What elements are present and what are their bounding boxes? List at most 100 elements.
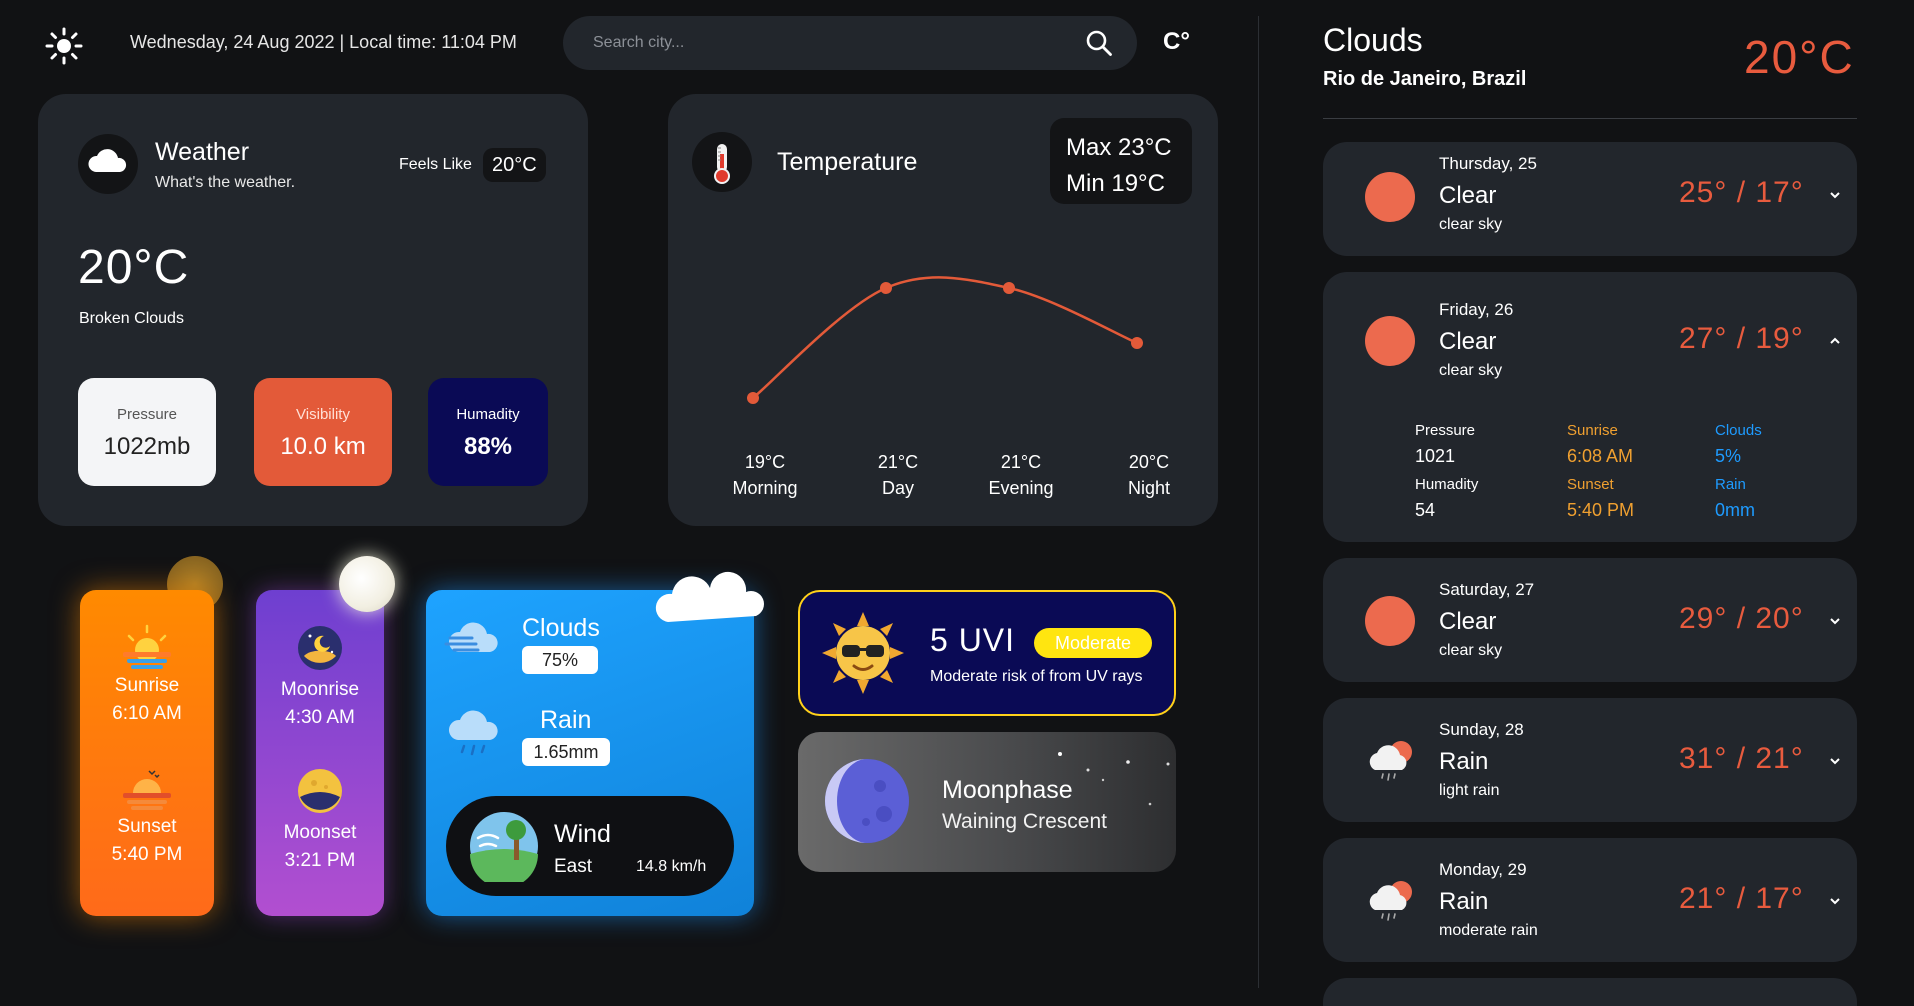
forecast-card[interactable]: Monday, 29 Rain moderate rain 21° / 17° xyxy=(1323,838,1857,962)
forecast-card[interactable]: Sunday, 28 Rain light rain 31° / 21° xyxy=(1323,698,1857,822)
forecast-temps: 27° / 19° xyxy=(1679,322,1804,355)
forecast-description: moderate rain xyxy=(1439,922,1538,939)
pressure-value: 1022mb xyxy=(103,433,191,460)
sunrise-icon xyxy=(123,624,171,669)
uv-index-card: 5 UVI Moderate Moderate risk of from UV … xyxy=(798,590,1176,716)
detail-pressure-value: 1021 xyxy=(1415,446,1456,466)
location-temperature: 20°C xyxy=(1744,31,1855,83)
time-of-day-label: Night xyxy=(1128,478,1170,498)
humidity-value: 88% xyxy=(463,433,513,460)
sun-icon xyxy=(1365,172,1415,222)
rain-cloud-icon xyxy=(1369,881,1412,921)
forecast-condition: Clear xyxy=(1439,328,1497,355)
chevron-up-icon[interactable] xyxy=(1828,334,1842,348)
forecast-temps: 25° / 17° xyxy=(1679,176,1804,209)
sunrise-label: Sunrise xyxy=(114,675,180,696)
detail-clouds-label: Clouds xyxy=(1715,422,1762,439)
location-divider xyxy=(1323,118,1857,119)
sun-times-tile: Sunrise 6:10 AM Sunset 5:40 PM xyxy=(80,590,214,916)
forecast-condition: Rain xyxy=(1439,748,1489,775)
cloud-decoration-icon xyxy=(655,571,764,622)
humidity-label: Humadity xyxy=(456,406,520,423)
chevron-down-icon[interactable] xyxy=(1828,754,1842,768)
visibility-label: Visibility xyxy=(296,406,350,423)
temperature-point xyxy=(747,392,759,404)
temperature-point xyxy=(1003,282,1015,294)
moonset-label: Moonset xyxy=(283,822,357,843)
forecast-card[interactable]: Saturday, 27 Clear clear sky 29° / 20° xyxy=(1323,558,1857,682)
chevron-down-icon[interactable] xyxy=(1828,614,1842,628)
location-city: Rio de Janeiro, Brazil xyxy=(1323,68,1527,90)
forecast-condition: Clear xyxy=(1439,608,1497,635)
forecast-temps: 31° / 21° xyxy=(1679,742,1804,775)
moonphase-card: Moonphase Waining Crescent xyxy=(798,732,1176,872)
forecast-condition: Rain xyxy=(1439,888,1489,915)
detail-sunset-label: Sunset xyxy=(1567,476,1614,493)
pressure-stat: Pressure 1022mb xyxy=(78,378,216,486)
temperature-card: Temperature Max 23°C Min 19°C 19°C Mornin… xyxy=(668,94,1218,526)
humidity-stat: Humadity 88% xyxy=(428,378,548,486)
chevron-down-icon[interactable] xyxy=(1828,188,1842,202)
temperature-series-line xyxy=(752,276,1138,399)
search-icon[interactable] xyxy=(1085,29,1113,57)
forecast-day: Friday, 26 xyxy=(1439,300,1514,319)
uv-index-value: 5 UVI xyxy=(930,622,1016,658)
rain-value: 1.65mm xyxy=(522,738,610,766)
forecast-day: Saturday, 27 xyxy=(1439,580,1535,599)
search-bar[interactable] xyxy=(563,16,1137,70)
local-datetime: Wednesday, 24 Aug 2022 | Local time: 11:… xyxy=(130,32,517,52)
uv-risk-badge: Moderate xyxy=(1034,628,1152,658)
visibility-stat: Visibility 10.0 km xyxy=(254,378,392,486)
temperature-point xyxy=(1131,337,1143,349)
temperature-line-chart: 19°C Morning 21°C Day 21°C Evening 20°C Night xyxy=(732,276,1170,498)
sunset-time: 5:40 PM xyxy=(111,844,183,865)
uv-description: Moderate risk of from UV rays xyxy=(930,668,1143,685)
wind-label: Wind xyxy=(554,820,611,848)
sun-icon xyxy=(1365,596,1415,646)
moon-times-tile: Moonrise 4:30 AM Moonset 3:21 PM xyxy=(256,590,384,916)
clouds-value: 75% xyxy=(522,646,598,674)
forecast-card[interactable]: Thursday, 25 Clear clear sky 25° / 17° xyxy=(1323,142,1857,256)
visibility-value: 10.0 km xyxy=(280,433,366,460)
detail-rain-value: 0mm xyxy=(1715,500,1755,520)
forecast-temps: 29° / 20° xyxy=(1679,602,1804,635)
weather-subtitle: What's the weather. xyxy=(155,174,296,191)
sunset-label: Sunset xyxy=(117,816,177,837)
forecast-condition: Clear xyxy=(1439,182,1497,209)
moonrise-label: Moonrise xyxy=(280,679,360,700)
cloud-icon xyxy=(78,134,138,194)
forecast-card[interactable] xyxy=(1323,978,1857,1006)
theme-toggle-sun-icon[interactable] xyxy=(44,26,84,66)
forecast-day: Sunday, 28 xyxy=(1439,720,1524,739)
unit-toggle-button[interactable]: C° xyxy=(1163,28,1190,56)
forecast-card-expanded[interactable]: Friday, 26 Clear clear sky 27° / 19° Pre… xyxy=(1323,272,1857,542)
sunset-icon xyxy=(123,770,171,810)
pressure-label: Pressure xyxy=(116,406,178,423)
detail-sunrise-label: Sunrise xyxy=(1567,422,1618,439)
forecast-description: clear sky xyxy=(1439,216,1503,233)
panel-divider xyxy=(1258,16,1259,988)
moonphase-title: Moonphase xyxy=(942,776,1073,804)
sun-icon xyxy=(1365,316,1415,366)
search-input[interactable] xyxy=(593,16,1053,70)
forecast-day: Monday, 29 xyxy=(1439,860,1527,879)
moonset-icon xyxy=(298,769,342,813)
detail-humidity-value: 54 xyxy=(1415,500,1436,520)
temperature-value-label: 19°C xyxy=(745,452,785,472)
detail-pressure-label: Pressure xyxy=(1415,422,1476,439)
forecast-temps: 21° / 17° xyxy=(1679,882,1804,915)
weather-card: Weather What's the weather. Feels Like 2… xyxy=(38,94,588,526)
chevron-down-icon[interactable] xyxy=(1828,894,1842,908)
feels-like-value: 20°C xyxy=(483,148,546,182)
wind-direction: East xyxy=(554,856,593,877)
time-of-day-label: Evening xyxy=(988,478,1053,498)
moonrise-icon xyxy=(298,626,342,670)
wind-panel: Wind East 14.8 km/h xyxy=(446,796,734,896)
temperature-point xyxy=(880,282,892,294)
moonphase-value: Waining Crescent xyxy=(942,810,1107,833)
detail-sunrise-value: 6:08 AM xyxy=(1567,446,1634,466)
detail-rain-label: Rain xyxy=(1715,476,1746,493)
rain-label: Rain xyxy=(540,706,592,734)
temperature-value-label: 21°C xyxy=(1001,452,1041,472)
weather-description: Broken Clouds xyxy=(79,310,184,327)
